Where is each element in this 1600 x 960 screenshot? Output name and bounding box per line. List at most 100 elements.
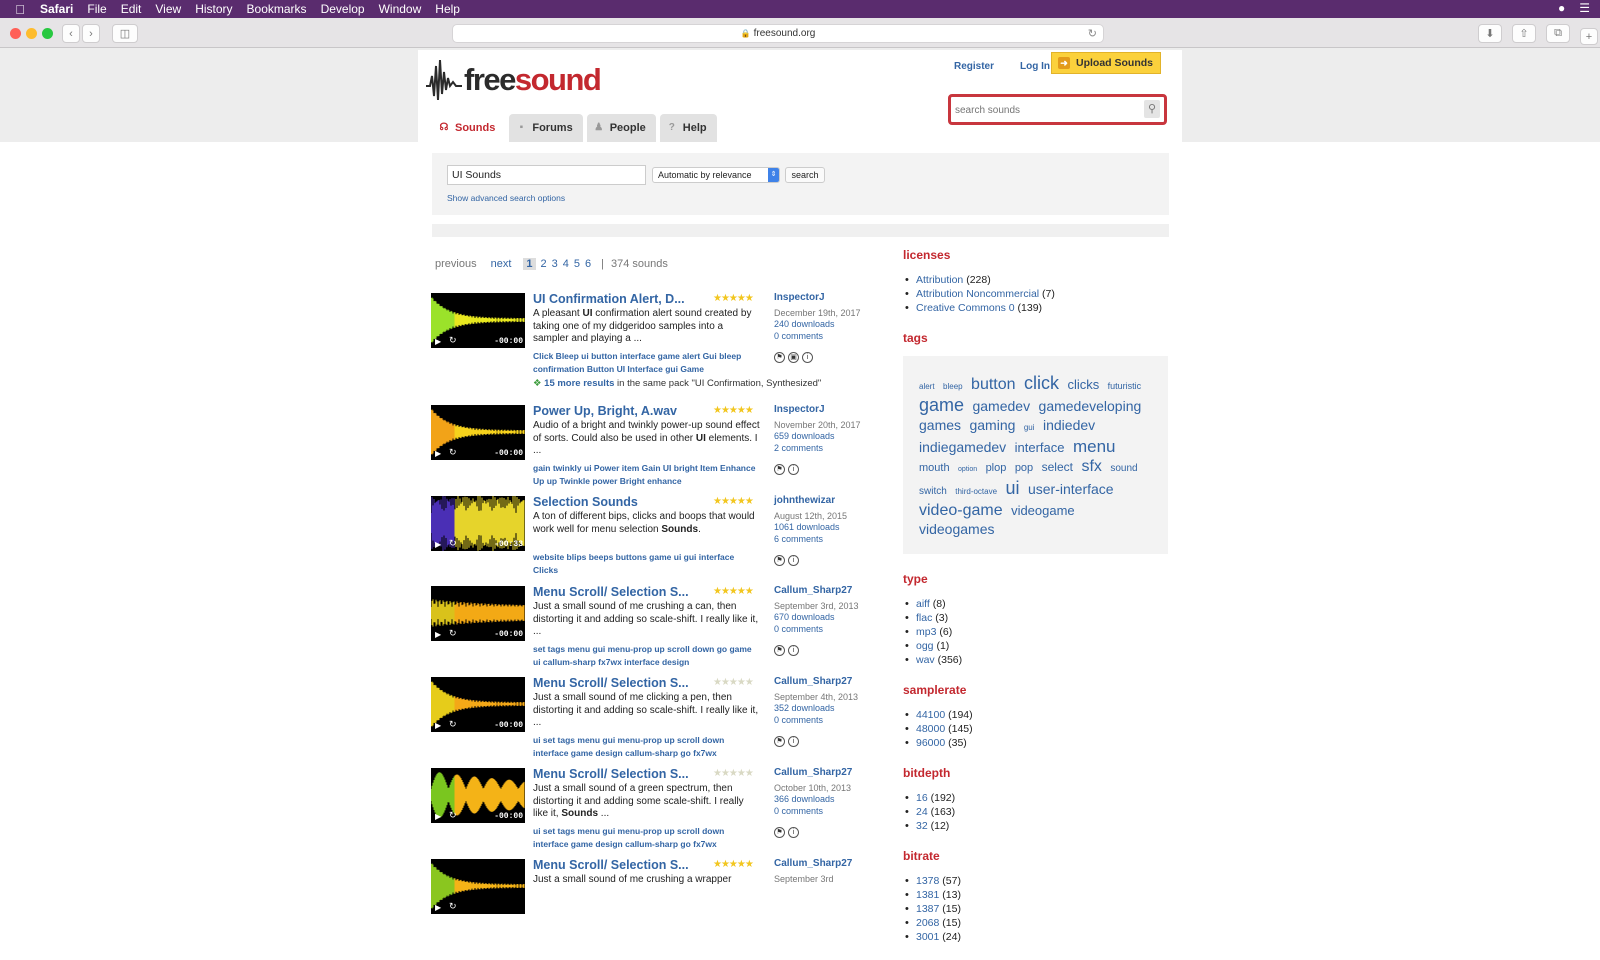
pager-page[interactable]: 2	[541, 258, 547, 270]
register-link[interactable]: Register	[954, 61, 994, 72]
tag-link[interactable]: pop	[1015, 462, 1033, 474]
comments-link[interactable]: 0 comments	[774, 624, 864, 636]
menu-help[interactable]: Help	[435, 2, 460, 16]
play-icon[interactable]: ▶	[435, 337, 441, 346]
menu-window[interactable]: Window	[379, 2, 422, 16]
play-icon[interactable]: ▶	[435, 630, 441, 639]
downloads-link[interactable]: 1061 downloads	[774, 522, 864, 534]
more-results-link[interactable]: 15 more results	[544, 378, 614, 389]
geotag-icon[interactable]: ⚑	[774, 645, 785, 656]
sort-select[interactable]: Automatic by relevance ⇕	[652, 167, 780, 183]
sound-title[interactable]: Menu Scroll/ Selection S...	[533, 858, 689, 872]
license-icon[interactable]: i	[788, 464, 799, 475]
sound-title[interactable]: Selection Sounds	[533, 495, 638, 509]
sound-tags[interactable]: gain twinkly ui Power item Gain UI brigh…	[533, 462, 761, 487]
rating-stars[interactable]: ★★★★★	[713, 496, 754, 507]
query-input[interactable]: UI Sounds	[447, 165, 646, 185]
geotag-icon[interactable]: ⚑	[774, 555, 785, 566]
username-link[interactable]: Callum_Sharp27	[774, 767, 864, 779]
loop-icon[interactable]: ↻	[449, 447, 457, 458]
tag-link[interactable]: ui	[1006, 478, 1020, 498]
downloads-icon[interactable]: ⬇	[1478, 24, 1502, 43]
sidebar-toggle-icon[interactable]: ◫	[112, 24, 138, 43]
header-search-input[interactable]	[955, 101, 1145, 119]
rating-stars[interactable]: ★★★★★	[713, 677, 754, 688]
waveform-player[interactable]: ▶ ↻ -00:00	[431, 768, 525, 823]
menu-develop[interactable]: Develop	[321, 2, 365, 16]
comments-link[interactable]: 6 comments	[774, 534, 864, 546]
rating-stars[interactable]: ★★★★★	[713, 586, 754, 597]
advanced-search-link[interactable]: Show advanced search options	[447, 193, 565, 203]
tag-link[interactable]: click	[1024, 373, 1059, 393]
type-filter-link[interactable]: wav	[916, 654, 935, 666]
tag-link[interactable]: gamedeveloping	[1039, 398, 1142, 414]
pager-page[interactable]: 6	[585, 258, 591, 270]
tab-people[interactable]: ♟ People	[586, 114, 656, 142]
username-link[interactable]: johnthewizar	[774, 495, 864, 507]
play-icon[interactable]: ▶	[435, 449, 441, 458]
zoom-window-button[interactable]	[42, 28, 53, 39]
tag-link[interactable]: indiedev	[1043, 417, 1095, 433]
comments-link[interactable]: 0 comments	[774, 806, 864, 818]
tag-link[interactable]: gui	[1024, 423, 1035, 432]
bitrate-filter-link[interactable]: 1378	[916, 875, 939, 887]
tag-link[interactable]: interface	[1015, 440, 1065, 455]
rating-stars[interactable]: ★★★★★	[713, 405, 754, 416]
tag-link[interactable]: menu	[1073, 437, 1116, 456]
tag-link[interactable]: indiegamedev	[919, 439, 1006, 455]
loop-icon[interactable]: ↻	[449, 335, 457, 346]
user-icon[interactable]: ●	[1558, 1, 1565, 15]
rating-stars[interactable]: ★★★★★	[713, 859, 754, 870]
rating-stars[interactable]: ★★★★★	[713, 293, 754, 304]
search-icon[interactable]: ⚲	[1144, 100, 1160, 118]
menu-file[interactable]: File	[87, 2, 106, 16]
tag-link[interactable]: video-game	[919, 502, 1003, 519]
tag-link[interactable]: bleep	[943, 382, 963, 391]
tag-link[interactable]: futuristic	[1108, 381, 1142, 391]
tag-link[interactable]: sfx	[1081, 458, 1101, 475]
waveform-player[interactable]: ▶ ↻ -00:33	[431, 496, 525, 551]
samplerate-filter-link[interactable]: 48000	[916, 723, 945, 735]
loop-icon[interactable]: ↻	[449, 628, 457, 639]
tag-link[interactable]: user-interface	[1028, 481, 1114, 497]
downloads-link[interactable]: 366 downloads	[774, 794, 864, 806]
play-icon[interactable]: ▶	[435, 540, 441, 549]
reload-icon[interactable]: ↻	[1088, 27, 1097, 40]
upload-sounds-button[interactable]: ➜ Upload Sounds	[1051, 52, 1161, 74]
menu-edit[interactable]: Edit	[121, 2, 142, 16]
geotag-icon[interactable]: ⚑	[774, 827, 785, 838]
geotag-icon[interactable]: ⚑	[774, 464, 785, 475]
bitdepth-filter-link[interactable]: 16	[916, 792, 928, 804]
tag-link[interactable]: switch	[919, 486, 947, 497]
comments-link[interactable]: 0 comments	[774, 331, 864, 343]
bitdepth-filter-link[interactable]: 24	[916, 806, 928, 818]
waveform-player[interactable]: ▶ ↻ -00:00	[431, 586, 525, 641]
bitrate-filter-link[interactable]: 1381	[916, 889, 939, 901]
minimize-window-button[interactable]	[26, 28, 37, 39]
pager-page[interactable]: 3	[552, 258, 558, 270]
sound-title[interactable]: UI Confirmation Alert, D...	[533, 292, 685, 306]
username-link[interactable]: Callum_Sharp27	[774, 585, 864, 597]
play-icon[interactable]: ▶	[435, 903, 441, 912]
menu-safari[interactable]: Safari	[40, 2, 73, 16]
search-button[interactable]: search	[785, 167, 825, 183]
login-link[interactable]: Log In	[1020, 61, 1050, 72]
pager-previous[interactable]: previous	[435, 258, 477, 270]
waveform-player[interactable]: ▶ ↻ -00:00	[431, 293, 525, 348]
tab-sounds[interactable]: ☊ Sounds	[432, 114, 506, 142]
sound-tags[interactable]: ui set tags menu gui menu-prop up scroll…	[533, 734, 761, 759]
share-icon[interactable]: ⇧	[1512, 24, 1536, 43]
loop-icon[interactable]: ↻	[449, 719, 457, 730]
waveform-player[interactable]: ▶ ↻ -00:00	[431, 677, 525, 732]
bitrate-filter-link[interactable]: 3001	[916, 931, 939, 943]
type-filter-link[interactable]: mp3	[916, 626, 936, 638]
downloads-link[interactable]: 659 downloads	[774, 431, 864, 443]
loop-icon[interactable]: ↻	[449, 538, 457, 549]
license-filter-link[interactable]: Attribution Noncommercial	[916, 288, 1039, 300]
new-tab-button[interactable]: +	[1580, 28, 1598, 45]
tag-link[interactable]: videogame	[1011, 503, 1075, 518]
pager-page[interactable]: 5	[574, 258, 580, 270]
username-link[interactable]: InspectorJ	[774, 404, 864, 416]
control-center-icon[interactable]: ☰	[1579, 1, 1590, 15]
comments-link[interactable]: 2 comments	[774, 443, 864, 455]
